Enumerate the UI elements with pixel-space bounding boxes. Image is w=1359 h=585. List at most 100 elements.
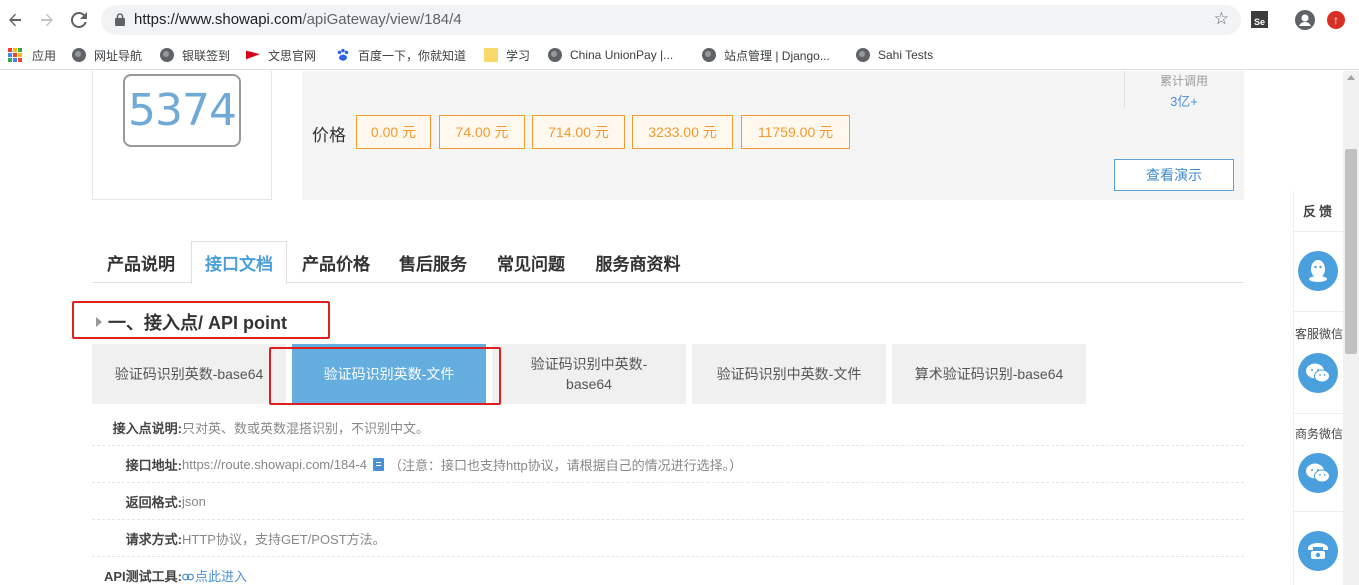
cumulative-calls-label: 累计调用: [1159, 74, 1208, 88]
divider: [1294, 231, 1343, 232]
lock-icon: [115, 13, 125, 26]
return-format-row: 返回格式: json: [92, 483, 1244, 520]
endpoint-card[interactable]: 算术验证码识别-base64: [892, 344, 1086, 404]
address-bar[interactable]: https://www.showapi.com/apiGateway/view/…: [101, 5, 1241, 35]
request-method-row: 请求方式: HTTP协议，支持GET/POST方法。: [92, 520, 1244, 557]
endpoint-card[interactable]: 验证码识别中英数-base64: [492, 344, 686, 404]
bookmark-china-unionpay[interactable]: China UnionPay |...: [548, 45, 673, 65]
telephone-icon: [1308, 543, 1328, 559]
back-button[interactable]: [4, 9, 26, 31]
bookmark-label: 网址导航: [94, 48, 143, 63]
side-float-bar: 反馈 客服微信 商务微信: [1293, 191, 1343, 585]
page-content: 5374 累计调用 3亿+ 价格 0.00 元 74.00 元 714.00 元…: [0, 71, 1343, 585]
bookmark-apps[interactable]: 应用: [8, 45, 56, 65]
info-key: 接口地址:: [125, 457, 182, 473]
pactera-flag-icon: [246, 50, 260, 60]
globe-icon: [548, 48, 562, 62]
price-label: 价格: [312, 126, 346, 145]
cumulative-calls-value: 3亿+: [1170, 94, 1198, 109]
product-logo: 5374: [123, 74, 241, 147]
globe-icon: [160, 48, 174, 62]
scrollbar-thumb[interactable]: [1345, 149, 1357, 354]
scroll-up-arrow-icon[interactable]: [1347, 75, 1355, 80]
arrow-left-icon: [9, 13, 21, 27]
business-wechat-icon[interactable]: [1298, 453, 1338, 493]
service-wechat-icon[interactable]: [1298, 353, 1338, 393]
bookmark-label: 学习: [506, 48, 531, 63]
copy-icon[interactable]: [373, 457, 384, 471]
url-host: https://www.showapi.com: [134, 11, 303, 28]
tab-after-sales[interactable]: 售后服务: [385, 241, 481, 283]
price-option[interactable]: 11759.00 元: [741, 115, 850, 149]
bookmark-label: 站点管理 | Django...: [724, 48, 830, 63]
globe-icon: [72, 48, 86, 62]
profile-avatar-icon[interactable]: [1295, 10, 1315, 30]
forward-button[interactable]: [36, 9, 58, 31]
bookmark-study-folder[interactable]: 学习: [484, 45, 530, 65]
globe-icon: [702, 48, 716, 62]
qq-penguin-icon: [1309, 260, 1327, 282]
page-scrollbar[interactable]: [1343, 71, 1359, 585]
reload-button[interactable]: [68, 9, 90, 31]
info-value: HTTP协议，支持GET/POST方法。: [182, 531, 386, 547]
product-logo-text: 5374: [128, 85, 237, 136]
price-option[interactable]: 3233.00 元: [632, 115, 733, 149]
info-key: API测试工具:: [103, 569, 182, 584]
highlight-box: [269, 347, 501, 405]
feedback-button[interactable]: 反馈: [1294, 201, 1343, 220]
tab-faq[interactable]: 常见问题: [483, 241, 579, 283]
divider: [1124, 71, 1125, 108]
bookmarks-bar: 应用 网址导航 银联签到 文思官网 百度一下，你就知道 学习 China Uni…: [0, 40, 1359, 70]
bookmark-star-icon[interactable]: ☆: [1214, 9, 1229, 29]
endpoint-url[interactable]: https://route.showapi.com/184-4: [182, 457, 367, 472]
endpoint-card[interactable]: 验证码识别中英数-文件: [692, 344, 886, 404]
qq-icon[interactable]: [1298, 251, 1338, 291]
divider: [1294, 311, 1343, 312]
bookmark-label: China UnionPay |...: [570, 48, 674, 62]
endpoint-address-row: 接口地址: https://route.showapi.com/184-4 （注…: [92, 446, 1244, 483]
bookmark-django-admin[interactable]: 站点管理 | Django...: [702, 45, 830, 65]
bookmark-sahi-tests[interactable]: Sahi Tests: [856, 45, 933, 65]
api-test-tool-row: API测试工具: 点此进入: [92, 557, 1244, 585]
tab-provider-info[interactable]: 服务商资料: [581, 241, 695, 283]
service-wechat-label: 客服微信: [1294, 327, 1343, 341]
divider: [1294, 511, 1343, 512]
baidu-paw-icon: [337, 48, 349, 61]
api-test-tool-link[interactable]: 点此进入: [182, 566, 247, 585]
phone-icon[interactable]: [1298, 531, 1338, 571]
globe-icon: [856, 48, 870, 62]
browser-toolbar: https://www.showapi.com/apiGateway/view/…: [0, 0, 1359, 40]
wechat-icon: [1306, 463, 1330, 483]
price-option[interactable]: 74.00 元: [439, 115, 525, 149]
bookmark-label: 文思官网: [268, 48, 317, 63]
selenium-extension-icon[interactable]: Se: [1251, 11, 1268, 28]
tab-product-price[interactable]: 产品价格: [288, 241, 384, 283]
apps-grid-icon: [8, 48, 22, 62]
info-value: json: [182, 493, 206, 509]
endpoint-description-row: 接入点说明: 只对英、数或英数混搭识别，不识别中文。: [92, 409, 1244, 446]
business-wechat-label: 商务微信: [1294, 427, 1343, 441]
api-test-tool-text: 点此进入: [195, 569, 248, 584]
doc-tabs: 产品说明 接口文档 产品价格 售后服务 常见问题 服务商资料: [92, 241, 1244, 284]
tab-product-description[interactable]: 产品说明: [92, 241, 190, 283]
divider: [1294, 413, 1343, 414]
info-value: 只对英、数或英数混搭识别，不识别中文。: [182, 420, 430, 436]
tab-api-docs[interactable]: 接口文档: [191, 241, 287, 284]
view-demo-button[interactable]: 查看演示: [1114, 159, 1234, 191]
bookmark-baidu[interactable]: 百度一下，你就知道: [336, 45, 466, 65]
bookmark-label: 银联签到: [182, 48, 231, 63]
bookmark-unionpay-signin[interactable]: 银联签到: [160, 45, 230, 65]
endpoint-note: （注意：接口也支持http协议，请根据自己的情况进行选择。）: [389, 457, 743, 473]
bookmark-label: 应用: [32, 48, 57, 63]
folder-icon: [484, 48, 498, 62]
update-icon[interactable]: ↑: [1327, 11, 1345, 29]
arrow-right-icon: [41, 13, 53, 27]
bookmark-url-nav[interactable]: 网址导航: [72, 45, 142, 65]
bookmark-pactera[interactable]: 文思官网: [246, 45, 316, 65]
product-logo-box: 5374: [92, 71, 272, 200]
highlight-box: [72, 301, 330, 339]
endpoint-card[interactable]: 验证码识别英数-base64: [92, 344, 286, 404]
price-option[interactable]: 714.00 元: [532, 115, 625, 149]
price-option[interactable]: 0.00 元: [356, 115, 431, 149]
url-text: https://www.showapi.com/apiGateway/view/…: [134, 11, 462, 28]
